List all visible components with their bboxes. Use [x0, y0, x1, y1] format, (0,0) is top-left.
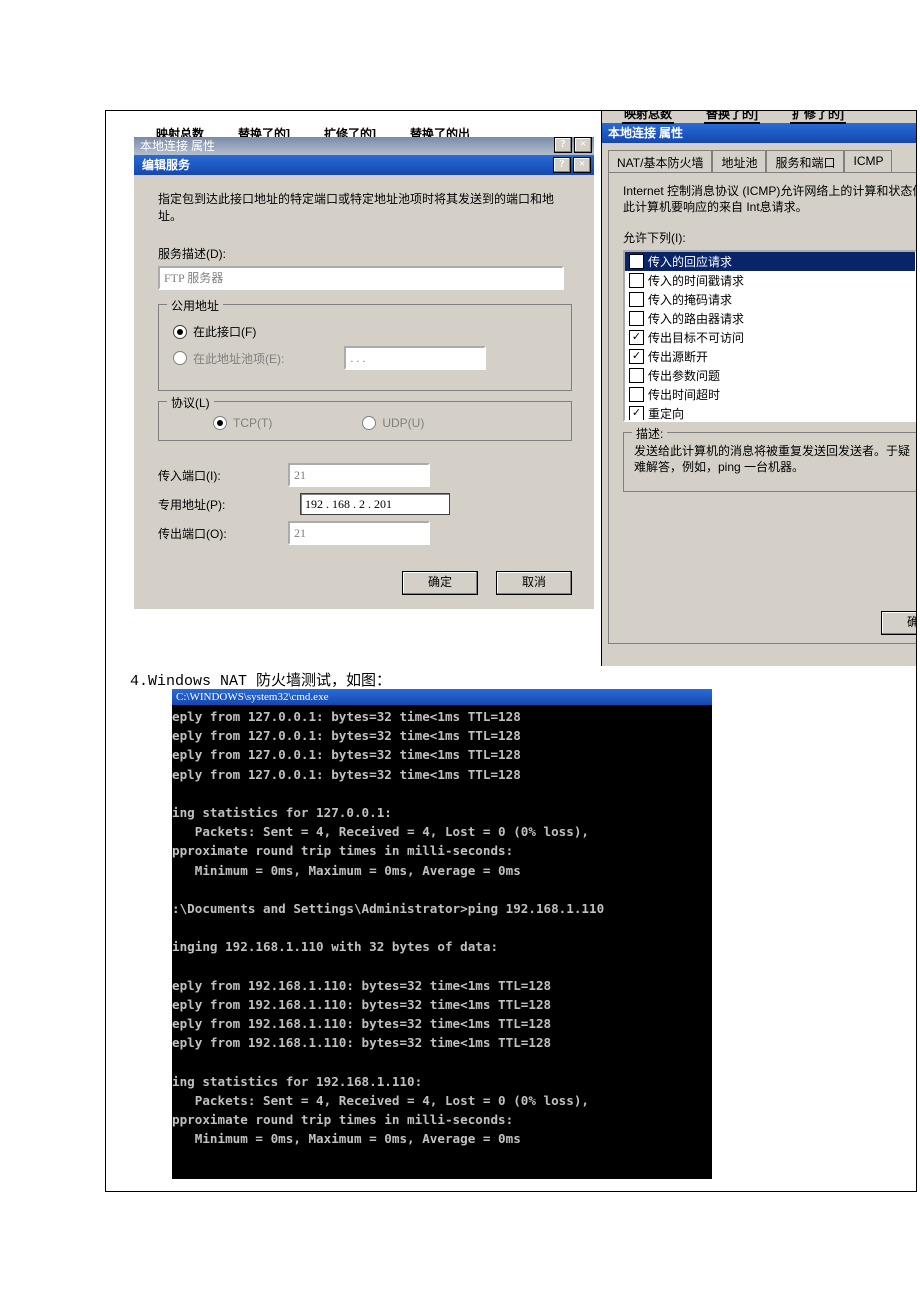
tab-services-ports[interactable]: 服务和端口: [766, 150, 844, 173]
radio-label: 在此接口(F): [193, 323, 256, 340]
icmp-item[interactable]: 传入的掩码请求: [625, 290, 915, 309]
bg-tabs-right: 映射总数 替换了的] 扩修了的]: [622, 110, 846, 124]
public-address-group: 公用地址 在此接口(F) 在此地址池项(E): . . .: [158, 304, 572, 391]
icmp-item[interactable]: 传入的路由器请求: [625, 309, 915, 328]
checkbox-icon[interactable]: [629, 292, 644, 307]
incoming-port-input: 21: [288, 463, 430, 487]
icmp-item[interactable]: ✓ 重定向: [625, 404, 915, 422]
tab-strip: NAT/基本防火墙 地址池 服务和端口 ICMP: [608, 149, 917, 172]
cmd-window: C:\WINDOWS\system32\cmd.exe eply from 12…: [172, 689, 712, 1179]
help-icon[interactable]: ?: [554, 137, 572, 153]
back-dialog-title: 本地连接 属性 ? ×: [134, 137, 594, 155]
edit-service-dialog: 编辑服务 ? × 指定包到达此接口地址的特定端口或特定地址池项时将其发送到的端口…: [134, 155, 594, 609]
group-legend: 公用地址: [167, 297, 223, 314]
private-address-label: 专用地址(P):: [158, 496, 288, 513]
icmp-item[interactable]: 传入的回应请求: [625, 252, 915, 271]
checkbox-icon[interactable]: [629, 254, 644, 269]
tab-nat-firewall[interactable]: NAT/基本防火墙: [608, 150, 712, 173]
service-desc-input: FTP 服务器: [158, 266, 564, 290]
bg-tab: 替换了的]: [704, 110, 760, 124]
group-legend: 描述:: [632, 425, 667, 442]
checkbox-icon[interactable]: ✓: [629, 349, 644, 364]
icmp-item-label: 重定向: [648, 405, 684, 422]
dialog-title: 编辑服务: [142, 155, 190, 175]
checkbox-icon[interactable]: [629, 387, 644, 402]
radio-tcp: [213, 416, 227, 430]
tab-address-pool[interactable]: 地址池: [712, 150, 766, 173]
description-group: 描述: 发送给此计算机的消息将被重复发送回发送者。于疑难解答，例如，ping 一…: [623, 432, 917, 492]
bg-tab: 扩修了的]: [790, 110, 846, 124]
icmp-item-label: 传出参数问题: [648, 367, 720, 384]
icmp-item[interactable]: 传入的时间戳请求: [625, 271, 915, 290]
bg-tab: 映射总数: [622, 110, 674, 124]
checkbox-icon[interactable]: ✓: [629, 406, 644, 421]
checkbox-icon[interactable]: [629, 273, 644, 288]
outgoing-port-label: 传出端口(O):: [158, 525, 288, 542]
checkbox-icon[interactable]: [629, 311, 644, 326]
icmp-item[interactable]: 传出参数问题: [625, 366, 915, 385]
cmd-output: eply from 127.0.0.1: bytes=32 time<1ms T…: [172, 705, 712, 1149]
radio-on-interface[interactable]: [173, 325, 187, 339]
icmp-item[interactable]: ✓ 传出源断开: [625, 347, 915, 366]
pool-ip-input: . . .: [344, 346, 486, 370]
group-legend: 协议(L): [167, 394, 214, 411]
tab-icmp[interactable]: ICMP: [844, 150, 892, 173]
cmd-title: C:\WINDOWS\system32\cmd.exe: [172, 689, 712, 705]
help-icon[interactable]: ?: [553, 157, 571, 173]
icmp-item[interactable]: ✓ 传出目标不可访问: [625, 328, 915, 347]
checkbox-icon[interactable]: ✓: [629, 330, 644, 345]
icmp-item[interactable]: 传出时间超时: [625, 385, 915, 404]
private-address-input[interactable]: 192 . 168 . 2 . 201: [300, 493, 450, 515]
icmp-item-label: 传出源断开: [648, 348, 708, 365]
icmp-item-label: 传入的时间戳请求: [648, 272, 744, 289]
icmp-description: Internet 控制消息协议 (ICMP)允许网络上的计算和状态信息。请选择此…: [623, 183, 917, 215]
service-desc-label: 服务描述(D):: [158, 245, 572, 262]
properties-dialog: 映射总数 替换了的] 扩修了的] 本地连接 属性 NAT/基本防火墙 地址池 服…: [601, 111, 917, 666]
radio-label: UDP(U): [382, 416, 424, 430]
dialog-title: 本地连接 属性: [602, 123, 917, 143]
protocol-group: 协议(L) TCP(T) UDP(U): [158, 401, 572, 441]
radio-label: 在此地址池项(E):: [193, 350, 284, 367]
incoming-port-label: 传入端口(I):: [158, 467, 288, 484]
item-description: 发送给此计算机的消息将被重复发送回发送者。于疑难解答，例如，ping 一台机器。: [634, 443, 917, 475]
step-caption: 4.Windows NAT 防火墙测试，如图：: [130, 669, 391, 690]
icmp-list[interactable]: 传入的回应请求传入的时间戳请求传入的掩码请求传入的路由器请求✓传出目标不可访问✓…: [623, 250, 917, 422]
icmp-item-label: 传入的掩码请求: [648, 291, 732, 308]
intro-text: 指定包到达此接口地址的特定端口或特定地址池项时将其发送到的端口和地址。: [158, 191, 572, 225]
allow-label: 允许下列(I):: [623, 229, 917, 246]
icmp-item-label: 传出时间超时: [648, 386, 720, 403]
checkbox-icon[interactable]: [629, 368, 644, 383]
ok-button[interactable]: 确定: [402, 571, 478, 595]
icmp-item-label: 传入的回应请求: [648, 253, 732, 270]
back-title-text: 本地连接 属性: [140, 137, 215, 155]
radio-on-pool-item: [173, 351, 187, 365]
close-icon[interactable]: ×: [574, 137, 592, 153]
outgoing-port-input: 21: [288, 521, 430, 545]
radio-label: TCP(T): [233, 416, 272, 430]
icmp-item-label: 传出目标不可访问: [648, 329, 744, 346]
cancel-button[interactable]: 取消: [496, 571, 572, 595]
radio-udp: [362, 416, 376, 430]
ok-button[interactable]: 确定: [881, 611, 917, 635]
icmp-item-label: 传入的路由器请求: [648, 310, 744, 327]
close-icon[interactable]: ×: [573, 157, 591, 173]
